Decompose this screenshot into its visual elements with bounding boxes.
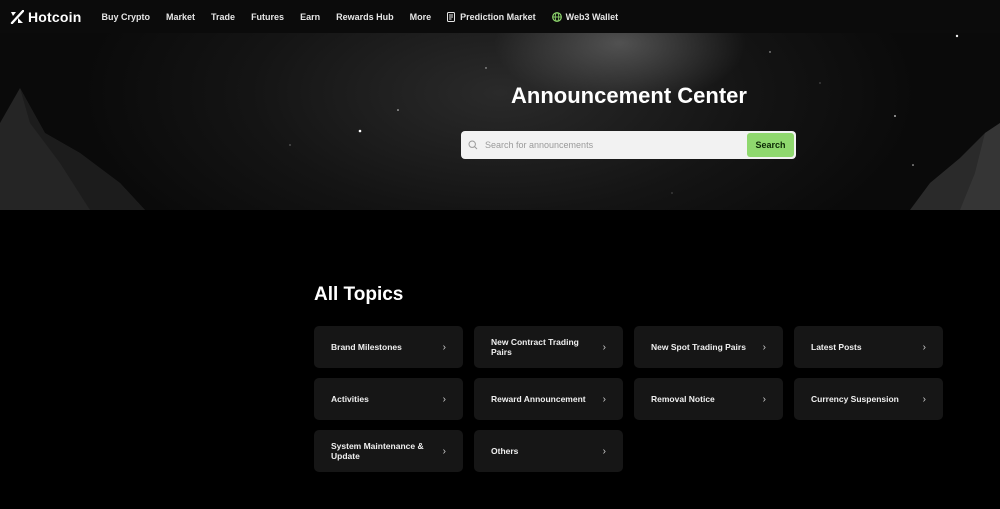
topic-label: System Maintenance & Update <box>331 441 424 461</box>
topic-card-removal-notice[interactable]: Removal Notice › <box>634 378 783 420</box>
nav-item-earn[interactable]: Earn <box>300 12 320 22</box>
nav-item-label: Web3 Wallet <box>565 11 619 22</box>
topic-label: New Spot Trading Pairs <box>651 342 746 352</box>
topic-card-currency-suspension[interactable]: Currency Suspension › <box>794 378 943 420</box>
nav-item-prediction-market[interactable]: Prediction Market <box>447 11 536 22</box>
top-nav: Hotcoin Buy Crypto Market Trade Futures … <box>0 0 1000 33</box>
topic-card-new-spot-trading-pairs[interactable]: New Spot Trading Pairs › <box>634 326 783 368</box>
topic-label: Latest Posts <box>811 342 862 352</box>
chevron-right-icon: › <box>922 341 926 353</box>
search-input[interactable] <box>485 131 747 159</box>
topic-card-reward-announcement[interactable]: Reward Announcement › <box>474 378 623 420</box>
nav-item-rewards-hub[interactable]: Rewards Hub <box>336 12 394 22</box>
topic-label: Currency Suspension <box>811 394 899 404</box>
brand-name: Hotcoin <box>28 8 82 25</box>
nav-item-trade[interactable]: Trade <box>211 12 235 22</box>
chevron-right-icon: › <box>602 393 606 405</box>
chevron-right-icon: › <box>442 445 446 457</box>
topic-card-brand-milestones[interactable]: Brand Milestones › <box>314 326 463 368</box>
document-icon <box>447 11 456 22</box>
globe-icon <box>551 11 562 22</box>
topic-card-others[interactable]: Others › <box>474 430 623 472</box>
nav-item-market[interactable]: Market <box>166 12 195 22</box>
search-box: Search <box>461 131 796 159</box>
nav-item-buy-crypto[interactable]: Buy Crypto <box>102 12 151 22</box>
page-title: Announcement Center <box>511 83 747 108</box>
topics-grid: Brand Milestones › New Contract Trading … <box>314 326 943 472</box>
section-title: All Topics <box>314 284 404 305</box>
chevron-right-icon: › <box>442 393 446 405</box>
topic-label: New Contract Trading Pairs <box>491 337 579 357</box>
hero-banner: Announcement Center Search <box>0 33 1000 210</box>
hero-background <box>0 34 1000 210</box>
topic-label: Activities <box>331 394 369 404</box>
chevron-right-icon: › <box>442 341 446 353</box>
nav-item-web3-wallet[interactable]: Web3 Wallet <box>551 11 619 22</box>
topic-label: Others <box>491 446 519 456</box>
chevron-right-icon: › <box>602 445 606 457</box>
search-icon <box>461 140 485 150</box>
nav-item-more[interactable]: More <box>410 12 432 22</box>
topic-card-latest-posts[interactable]: Latest Posts › <box>794 326 943 368</box>
nav-item-label: Prediction Market <box>460 11 536 22</box>
topic-card-system-maintenance-update[interactable]: System Maintenance & Update › <box>314 430 463 472</box>
nav-item-futures[interactable]: Futures <box>251 12 284 22</box>
hotcoin-logo-icon <box>10 9 25 24</box>
topic-card-new-contract-trading-pairs[interactable]: New Contract Trading Pairs › <box>474 326 623 368</box>
topic-label: Reward Announcement <box>491 394 586 404</box>
logo[interactable]: Hotcoin <box>10 9 82 25</box>
chevron-right-icon: › <box>762 393 766 405</box>
topic-label: Removal Notice <box>651 394 715 404</box>
chevron-right-icon: › <box>602 341 606 353</box>
chevron-right-icon: › <box>762 341 766 353</box>
search-button[interactable]: Search <box>747 133 794 157</box>
chevron-right-icon: › <box>922 393 926 405</box>
topic-card-activities[interactable]: Activities › <box>314 378 463 420</box>
topic-label: Brand Milestones <box>331 342 402 352</box>
